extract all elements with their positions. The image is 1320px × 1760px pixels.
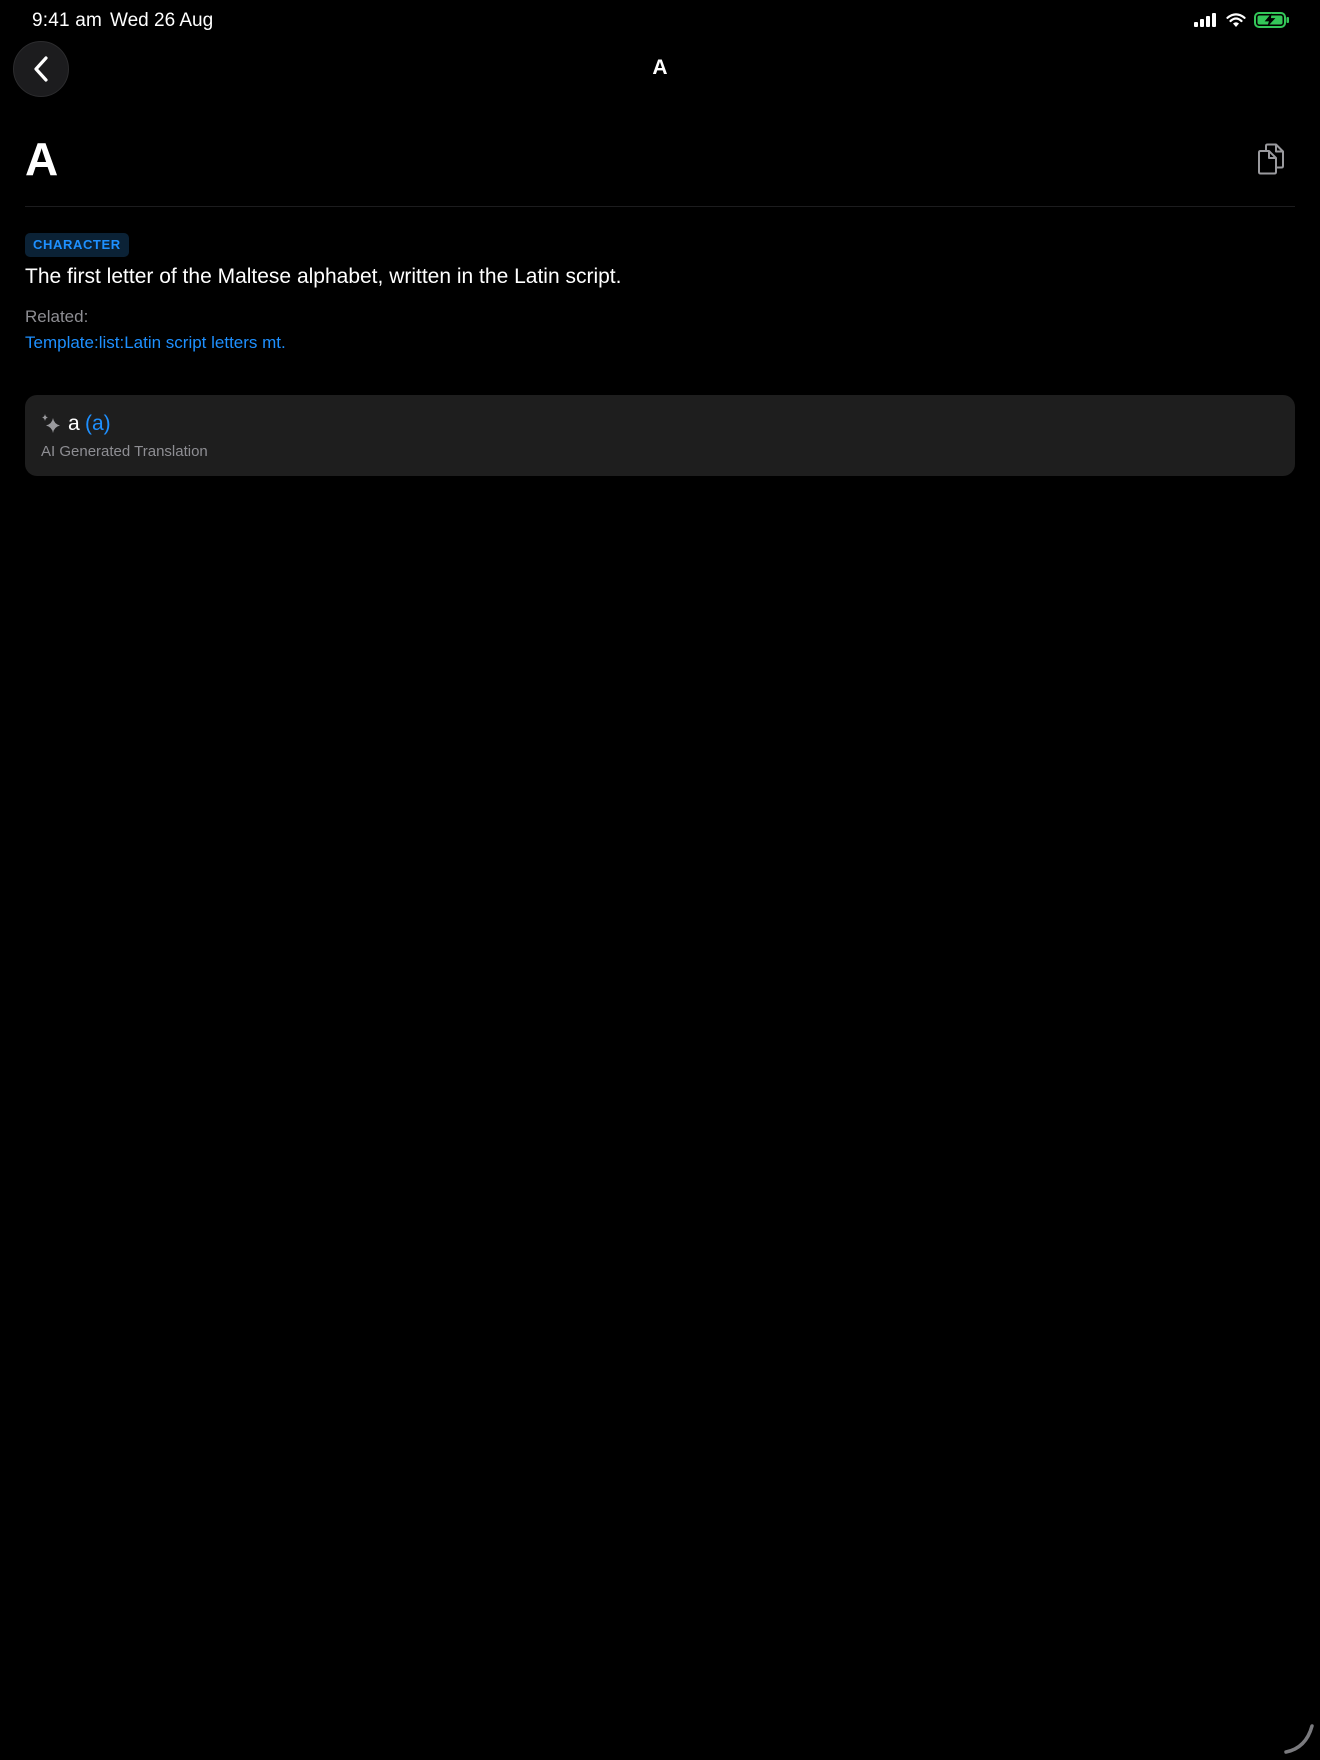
signal-icon (1194, 13, 1216, 27)
copy-button[interactable] (1254, 140, 1288, 178)
battery-charging-icon (1254, 12, 1289, 28)
wifi-icon (1226, 12, 1246, 27)
status-time: 9:41 am (32, 10, 103, 31)
status-icons (1194, 10, 1290, 30)
translation-romanization: (a) (85, 412, 111, 435)
nav-title: A (652, 56, 668, 79)
status-date: Wed 26 Aug (110, 10, 214, 31)
translation-source-label: AI Generated Translation (41, 443, 208, 460)
header-divider (25, 206, 1295, 207)
copy-icon (1258, 143, 1284, 175)
definition-text: The first letter of the Maltese alphabet… (25, 265, 622, 288)
resize-handle-icon[interactable] (1282, 1722, 1316, 1756)
translation-card[interactable]: a (a) AI Generated Translation (25, 395, 1295, 476)
sparkles-icon (42, 414, 60, 433)
translation-word: a (68, 412, 80, 435)
related-label: Related: (25, 307, 89, 326)
part-of-speech-badge: CHARACTER (25, 233, 129, 257)
related-link[interactable]: Template:list:Latin script letters mt. (25, 333, 286, 353)
word-title: A (25, 133, 59, 185)
status-bar: 9:41 am Wed 26 Aug (0, 0, 1320, 40)
